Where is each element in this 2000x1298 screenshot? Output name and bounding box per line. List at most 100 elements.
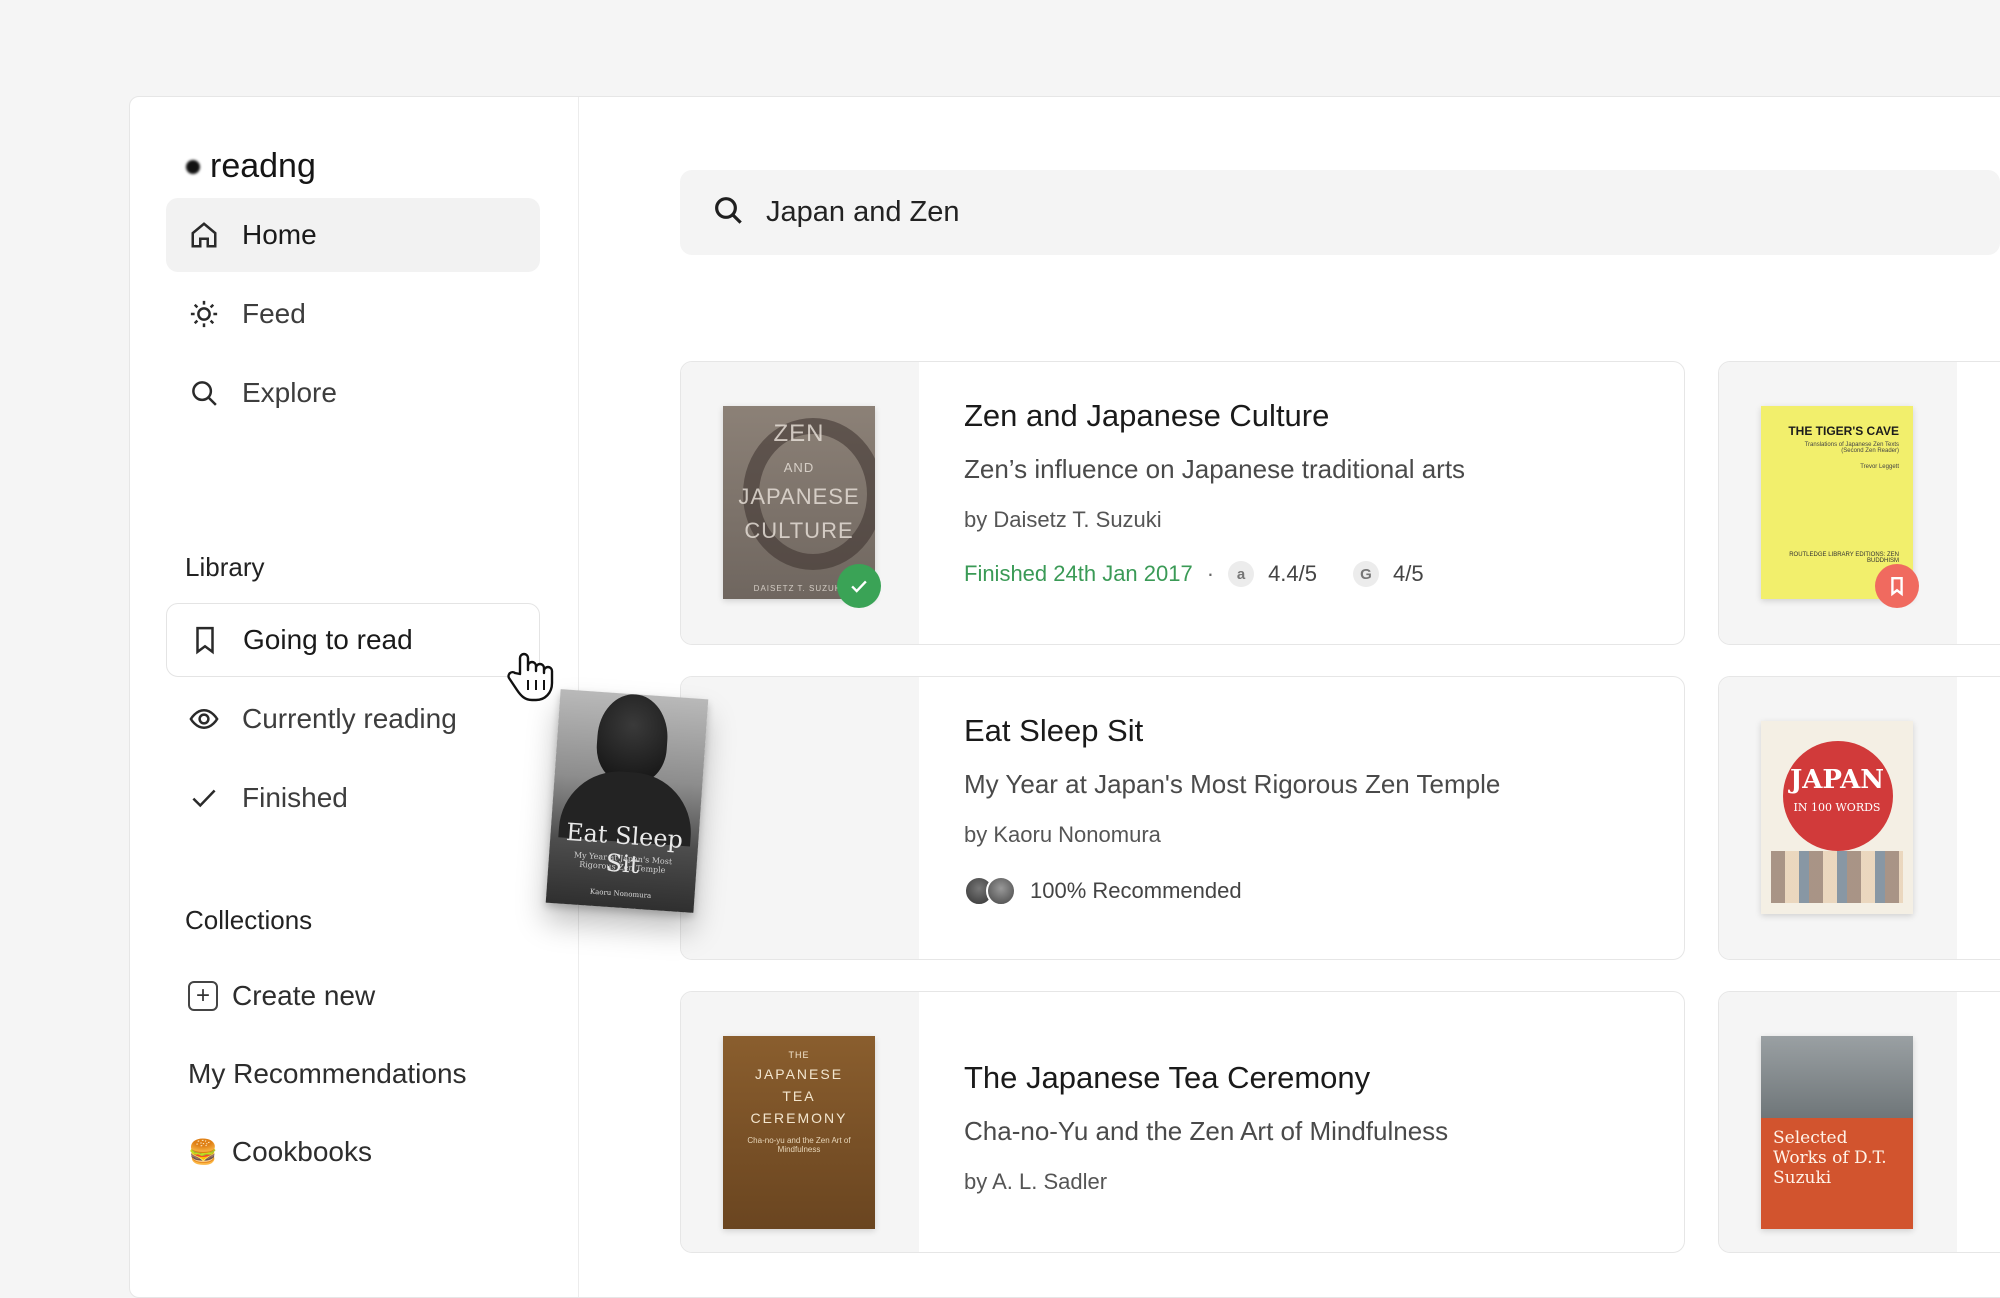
- goodreads-rating: 4/5: [1393, 561, 1424, 586]
- book-cover-area: Selected Works of D.T. Suzuki: [1719, 992, 1957, 1252]
- cover-title: JAPAN: [1789, 765, 1885, 795]
- cover-text: ZEN: [773, 420, 825, 447]
- book-card[interactable]: THE TIGER'S CAVE Translations of Japanes…: [1718, 361, 2000, 645]
- illustration-figures: [1771, 851, 1903, 903]
- reading-status: Finished 24th Jan 2017: [964, 561, 1193, 586]
- search-icon: [712, 194, 744, 231]
- cover-text: AND: [783, 460, 815, 475]
- check-icon: [851, 580, 867, 593]
- nav-item-explore[interactable]: Explore: [166, 356, 540, 430]
- book-info: The Japanese Tea Ceremony Cha-no-Yu and …: [964, 1060, 1448, 1195]
- search-bar[interactable]: Japan and Zen: [680, 170, 2000, 255]
- amazon-rating: 4.4/5: [1268, 561, 1317, 586]
- home-icon: [188, 219, 220, 251]
- book-card[interactable]: Eat Sleep Sit My Year at Japan's Most Ri…: [680, 676, 1685, 960]
- bookmark-icon: [1891, 577, 1903, 597]
- nav-item-label: Explore: [242, 377, 337, 408]
- book-cover-area: JAPAN IN 100 WORDS: [1719, 677, 1957, 959]
- avatar: [986, 876, 1016, 906]
- book-author[interactable]: by Kaoru Nonomura: [964, 822, 1500, 848]
- library-item-label: Currently reading: [242, 703, 457, 734]
- finished-badge[interactable]: [837, 564, 881, 608]
- dragged-book-cover[interactable]: Eat Sleep Sit My Year at Japan's Most Ri…: [545, 689, 709, 913]
- book-title[interactable]: The Japanese Tea Ceremony: [964, 1060, 1448, 1096]
- app-logo[interactable]: readng: [186, 147, 316, 186]
- book-author[interactable]: by Daisetz T. Suzuki: [964, 507, 1465, 533]
- logo-dot-icon: [186, 159, 200, 174]
- red-sun-shape: [1783, 741, 1893, 851]
- cover-publisher: ROUTLEDGE LIBRARY EDITIONS: ZEN BUDDHISM: [1789, 552, 1899, 564]
- eye-icon: [188, 703, 220, 735]
- book-meta: Finished 24th Jan 2017 · a 4.4/5 G 4/5: [964, 561, 1465, 587]
- book-card[interactable]: JAPAN IN 100 WORDS: [1718, 676, 2000, 960]
- book-info: Zen and Japanese Culture Zen’s influence…: [964, 398, 1465, 587]
- book-card[interactable]: THE JAPANESE TEA CEREMONY Cha-no-yu and …: [680, 991, 1685, 1253]
- nav-item-label: Feed: [242, 298, 306, 329]
- goodreads-icon: G: [1353, 561, 1379, 587]
- bookmark-icon: [189, 624, 221, 656]
- collection-item-my-recommendations[interactable]: My Recommendations: [166, 1035, 540, 1113]
- create-collection-label: Create new: [232, 980, 376, 1011]
- book-meta: 100% Recommended: [964, 876, 1500, 906]
- cover-text: THE: [788, 1050, 810, 1060]
- collection-item-cookbooks[interactable]: 🍔 Cookbooks: [166, 1113, 540, 1191]
- app-name: readng: [210, 147, 316, 185]
- library-nav: Going to read Currently reading Finished: [166, 603, 540, 840]
- collections-nav: + Create new My Recommendations 🍔 Cookbo…: [166, 957, 540, 1191]
- cover-text: JAPANESE: [738, 484, 860, 509]
- cover-illustration: [1761, 1036, 1913, 1118]
- grab-cursor-icon: [507, 652, 554, 702]
- create-collection-button[interactable]: + Create new: [166, 957, 540, 1035]
- book-card[interactable]: Selected Works of D.T. Suzuki: [1718, 991, 2000, 1253]
- collection-item-label: Cookbooks: [231, 1136, 372, 1167]
- cover-author: Trevor Leggett: [1860, 464, 1899, 470]
- cover-text: CEREMONY: [750, 1110, 848, 1126]
- cover-subtitle: IN 100 WORDS: [1793, 801, 1881, 814]
- library-item-currently-reading[interactable]: Currently reading: [166, 682, 540, 756]
- book-cover-area: [681, 677, 919, 959]
- book-cover-area: ZEN AND JAPANESE CULTURE DAISETZ T. SUZU…: [681, 362, 919, 644]
- collection-item-label: My Recommendations: [188, 1058, 467, 1089]
- nav-item-home[interactable]: Home: [166, 198, 540, 272]
- book-subtitle: Zen’s influence on Japanese traditional …: [964, 454, 1466, 484]
- book-cover: THE JAPANESE TEA CEREMONY Cha-no-yu and …: [723, 1036, 875, 1229]
- cover-tagline: Cha-no-yu and the Zen Art of Mindfulness: [747, 1136, 851, 1154]
- recommender-avatars[interactable]: [964, 876, 1016, 906]
- book-card[interactable]: ZEN AND JAPANESE CULTURE DAISETZ T. SUZU…: [680, 361, 1685, 645]
- search-input[interactable]: Japan and Zen: [766, 196, 959, 229]
- search-icon: [188, 377, 220, 409]
- book-cover-area: THE JAPANESE TEA CEREMONY Cha-no-yu and …: [681, 992, 919, 1252]
- recommendation-score: 100% Recommended: [1030, 878, 1242, 903]
- cover-text: CULTURE: [744, 518, 854, 543]
- nav-item-feed[interactable]: Feed: [166, 277, 540, 351]
- cover-text: TEA: [782, 1088, 816, 1104]
- book-title[interactable]: Eat Sleep Sit: [964, 713, 1500, 749]
- amazon-icon: a: [1228, 561, 1255, 587]
- library-heading: Library: [185, 552, 265, 582]
- cover-text: JAPANESE: [754, 1066, 844, 1082]
- book-title[interactable]: Zen and Japanese Culture: [964, 398, 1465, 434]
- sun-icon: [188, 298, 220, 330]
- book-cover-area: THE TIGER'S CAVE Translations of Japanes…: [1719, 362, 1957, 644]
- bookmark-badge[interactable]: [1875, 564, 1919, 608]
- library-item-going-to-read[interactable]: Going to read: [166, 603, 540, 677]
- book-subtitle: Cha-no-Yu and the Zen Art of Mindfulness: [964, 1116, 1449, 1146]
- book-subtitle: My Year at Japan's Most Rigorous Zen Tem…: [964, 769, 1501, 799]
- book-info: Eat Sleep Sit My Year at Japan's Most Ri…: [964, 713, 1500, 906]
- book-cover: Selected Works of D.T. Suzuki: [1761, 1036, 1913, 1229]
- check-icon: [188, 782, 220, 814]
- book-cover: JAPAN IN 100 WORDS: [1761, 721, 1913, 914]
- main-nav: Home Feed Explore: [166, 198, 540, 435]
- library-item-finished[interactable]: Finished: [166, 761, 540, 835]
- cover-title: THE TIGER'S CAVE: [1788, 424, 1899, 438]
- book-author[interactable]: by A. L. Sadler: [964, 1169, 1448, 1195]
- nav-item-label: Home: [242, 219, 317, 250]
- collections-heading: Collections: [185, 905, 313, 935]
- cover-subtitle: Translations of Japanese Zen Texts (Seco…: [1804, 442, 1899, 454]
- burger-emoji-icon: 🍔: [188, 1138, 218, 1166]
- plus-icon: +: [188, 981, 218, 1011]
- library-item-label: Finished: [242, 782, 348, 813]
- dragged-book-author: Kaoru Nonomura: [589, 887, 652, 900]
- meta-separator: ·: [1206, 561, 1215, 586]
- cover-title: Selected Works of D.T. Suzuki: [1773, 1128, 1887, 1188]
